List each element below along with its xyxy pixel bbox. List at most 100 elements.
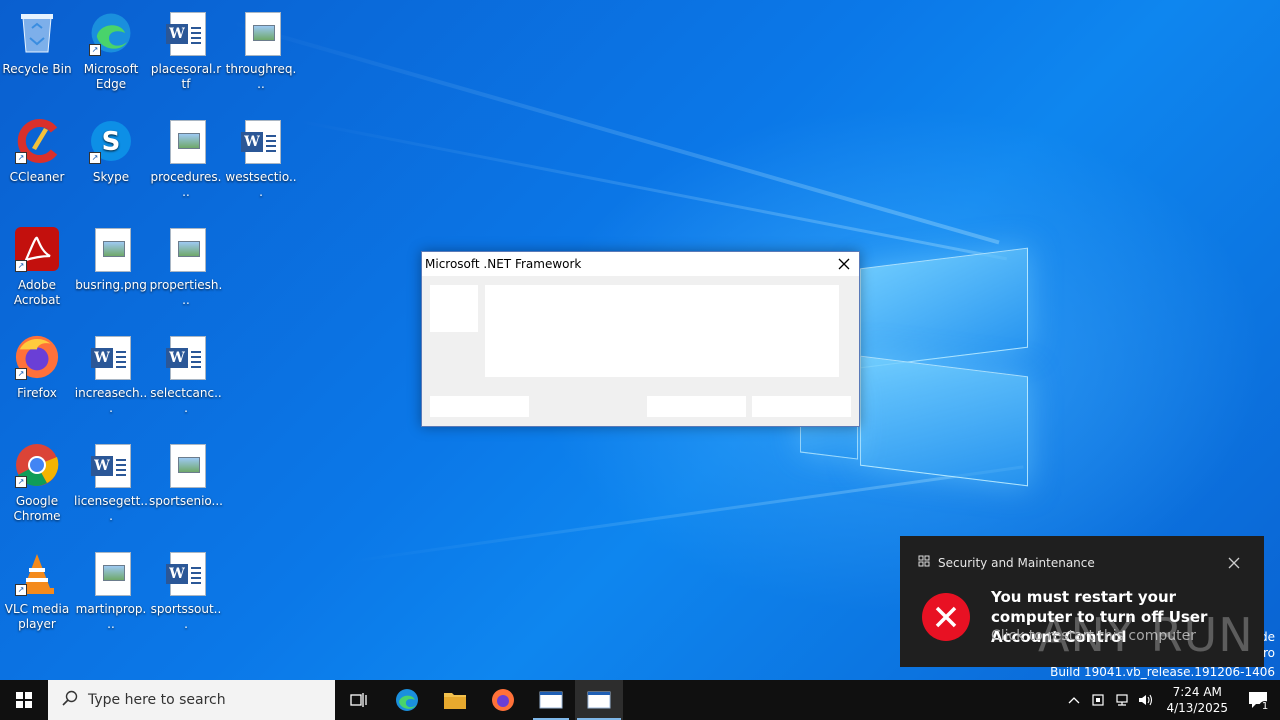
file-explorer-icon: [444, 693, 466, 709]
desktop-icon[interactable]: martinprop...: [74, 544, 148, 632]
recycle-bin-icon: [13, 10, 61, 58]
volume-icon: [1139, 694, 1153, 706]
image-file-icon: [162, 442, 210, 490]
desktop-icon-label: westsectio...: [225, 170, 297, 199]
desktop-icon-label: selectcanc...: [150, 386, 222, 415]
system-tray: 7:24 AM 4/13/2025 1: [1062, 680, 1280, 720]
windows-logo-pane: [860, 355, 1028, 487]
chrome-icon: ↗: [13, 442, 61, 490]
desktop-icon[interactable]: Wplacesoral.rtf: [149, 4, 223, 92]
desktop-icon-label: Recycle Bin: [2, 62, 72, 76]
svg-text:S: S: [102, 127, 121, 157]
desktop-icon-label: martinprop...: [75, 602, 147, 631]
desktop-icon-label: Microsoft Edge: [83, 62, 139, 91]
edge-icon: ↗: [87, 10, 135, 58]
shortcut-arrow-icon: ↗: [15, 152, 27, 164]
desktop-icon-label: propertiesh...: [149, 278, 223, 307]
desktop-icon-label: busring.png: [75, 278, 147, 292]
desktop-icon[interactable]: ↗ Microsoft Edge: [74, 4, 148, 92]
dialog-continue-button[interactable]: [647, 396, 746, 417]
shortcut-arrow-icon: ↗: [89, 44, 101, 56]
vlc-icon: ↗: [13, 550, 61, 598]
tray-volume-icon[interactable]: [1134, 680, 1158, 720]
taskbar-window-app-button-active[interactable]: [575, 680, 623, 720]
skype-icon: S ↗: [87, 118, 135, 166]
taskbar-search-box[interactable]: Type here to search: [48, 680, 335, 720]
shortcut-arrow-icon: ↗: [89, 152, 101, 164]
desktop-icon-label: Adobe Acrobat: [13, 278, 61, 307]
image-file-icon: [162, 118, 210, 166]
network-icon: [1116, 694, 1129, 706]
shortcut-arrow-icon: ↗: [15, 584, 27, 596]
desktop-icon-label: increasech...: [74, 386, 148, 415]
desktop-edge-text: ro: [1262, 646, 1275, 660]
chevron-up-icon: [1069, 697, 1080, 704]
anyrun-watermark: ANY RUN: [1038, 608, 1254, 662]
desktop-icon[interactable]: ↗ Adobe Acrobat: [0, 220, 74, 308]
device-icon: [1092, 694, 1105, 706]
search-placeholder: Type here to search: [88, 692, 226, 708]
word-document-icon: W: [162, 10, 210, 58]
action-center-button[interactable]: 1: [1236, 680, 1280, 720]
shortcut-arrow-icon: ↗: [15, 476, 27, 488]
taskbar-window-app-button[interactable]: [527, 680, 575, 720]
desktop-icon[interactable]: S ↗ Skype: [74, 112, 148, 185]
toast-app-name: Security and Maintenance: [938, 555, 1095, 570]
window-app-icon: [539, 691, 563, 709]
taskbar-clock[interactable]: 7:24 AM 4/13/2025: [1158, 684, 1236, 716]
desktop-icon-label: Skype: [92, 170, 130, 184]
desktop-icon[interactable]: Wselectcanc...: [149, 328, 223, 416]
dialog-titlebar[interactable]: Microsoft .NET Framework: [422, 252, 859, 276]
desktop-icon[interactable]: ↗ Firefox: [0, 328, 74, 401]
word-document-icon: W: [162, 550, 210, 598]
search-icon: [62, 690, 78, 710]
toast-close-icon[interactable]: [1228, 554, 1244, 570]
start-icon: [16, 692, 32, 708]
desktop-icon[interactable]: ↗ Google Chrome: [0, 436, 74, 524]
tray-device-icon[interactable]: [1086, 680, 1110, 720]
word-document-icon: W: [87, 334, 135, 382]
desktop-icon[interactable]: Recycle Bin: [0, 4, 74, 77]
task-view-button[interactable]: [335, 680, 383, 720]
desktop-icon-label: procedures...: [150, 170, 222, 199]
start-button[interactable]: [0, 680, 48, 720]
clock-time: 7:24 AM: [1172, 685, 1222, 699]
tray-network-icon[interactable]: [1110, 680, 1134, 720]
tray-overflow-button[interactable]: [1062, 680, 1086, 720]
adobe-acrobat-icon: ↗: [13, 226, 61, 274]
desktop-icon-label: VLC media player: [4, 602, 70, 631]
desktop-icon[interactable]: ↗ VLC media player: [0, 544, 74, 632]
ccleaner-icon: ↗: [13, 118, 61, 166]
desktop-icon[interactable]: busring.png: [74, 220, 148, 293]
task-view-icon: [350, 693, 367, 707]
desktop-icon[interactable]: ↗ CCleaner: [0, 112, 74, 185]
shortcut-arrow-icon: ↗: [15, 260, 27, 272]
desktop-icon[interactable]: procedures...: [149, 112, 223, 200]
desktop-icon-label: sportssout...: [150, 602, 222, 631]
error-icon: [922, 593, 970, 641]
image-file-icon: [87, 226, 135, 274]
desktop-icon-label: CCleaner: [9, 170, 65, 184]
desktop-icon[interactable]: propertiesh...: [149, 220, 223, 308]
dotnet-framework-dialog: Microsoft .NET Framework: [421, 251, 860, 427]
dialog-title: Microsoft .NET Framework: [425, 257, 582, 271]
desktop-icon[interactable]: Wlicensegett...: [74, 436, 148, 524]
desktop-icon-label: licensegett...: [74, 494, 148, 523]
desktop-icon[interactable]: throughreq...: [224, 4, 298, 92]
dialog-quit-button[interactable]: [752, 396, 851, 417]
shortcut-arrow-icon: ↗: [15, 368, 27, 380]
dialog-details-button[interactable]: [430, 396, 529, 417]
desktop-icon[interactable]: sportsenio...: [149, 436, 223, 509]
desktop-icon[interactable]: Wsportssout...: [149, 544, 223, 632]
taskbar: Type here to search 7:24 AM 4/13/2025 1: [0, 680, 1280, 720]
desktop-icon-label: throughreq...: [225, 62, 297, 91]
desktop: Recycle Bin ↗ CCleaner ↗ Adobe Acrobat ↗ Firef…: [0, 0, 1280, 680]
taskbar-file-explorer-button[interactable]: [431, 680, 479, 720]
taskbar-firefox-button[interactable]: [479, 680, 527, 720]
desktop-icon[interactable]: Wwestsectio...: [224, 112, 298, 200]
word-document-icon: W: [237, 118, 285, 166]
taskbar-edge-button[interactable]: [383, 680, 431, 720]
desktop-icon[interactable]: Wincreasech...: [74, 328, 148, 416]
window-app-icon-active: [587, 691, 611, 709]
close-icon[interactable]: [829, 252, 859, 276]
